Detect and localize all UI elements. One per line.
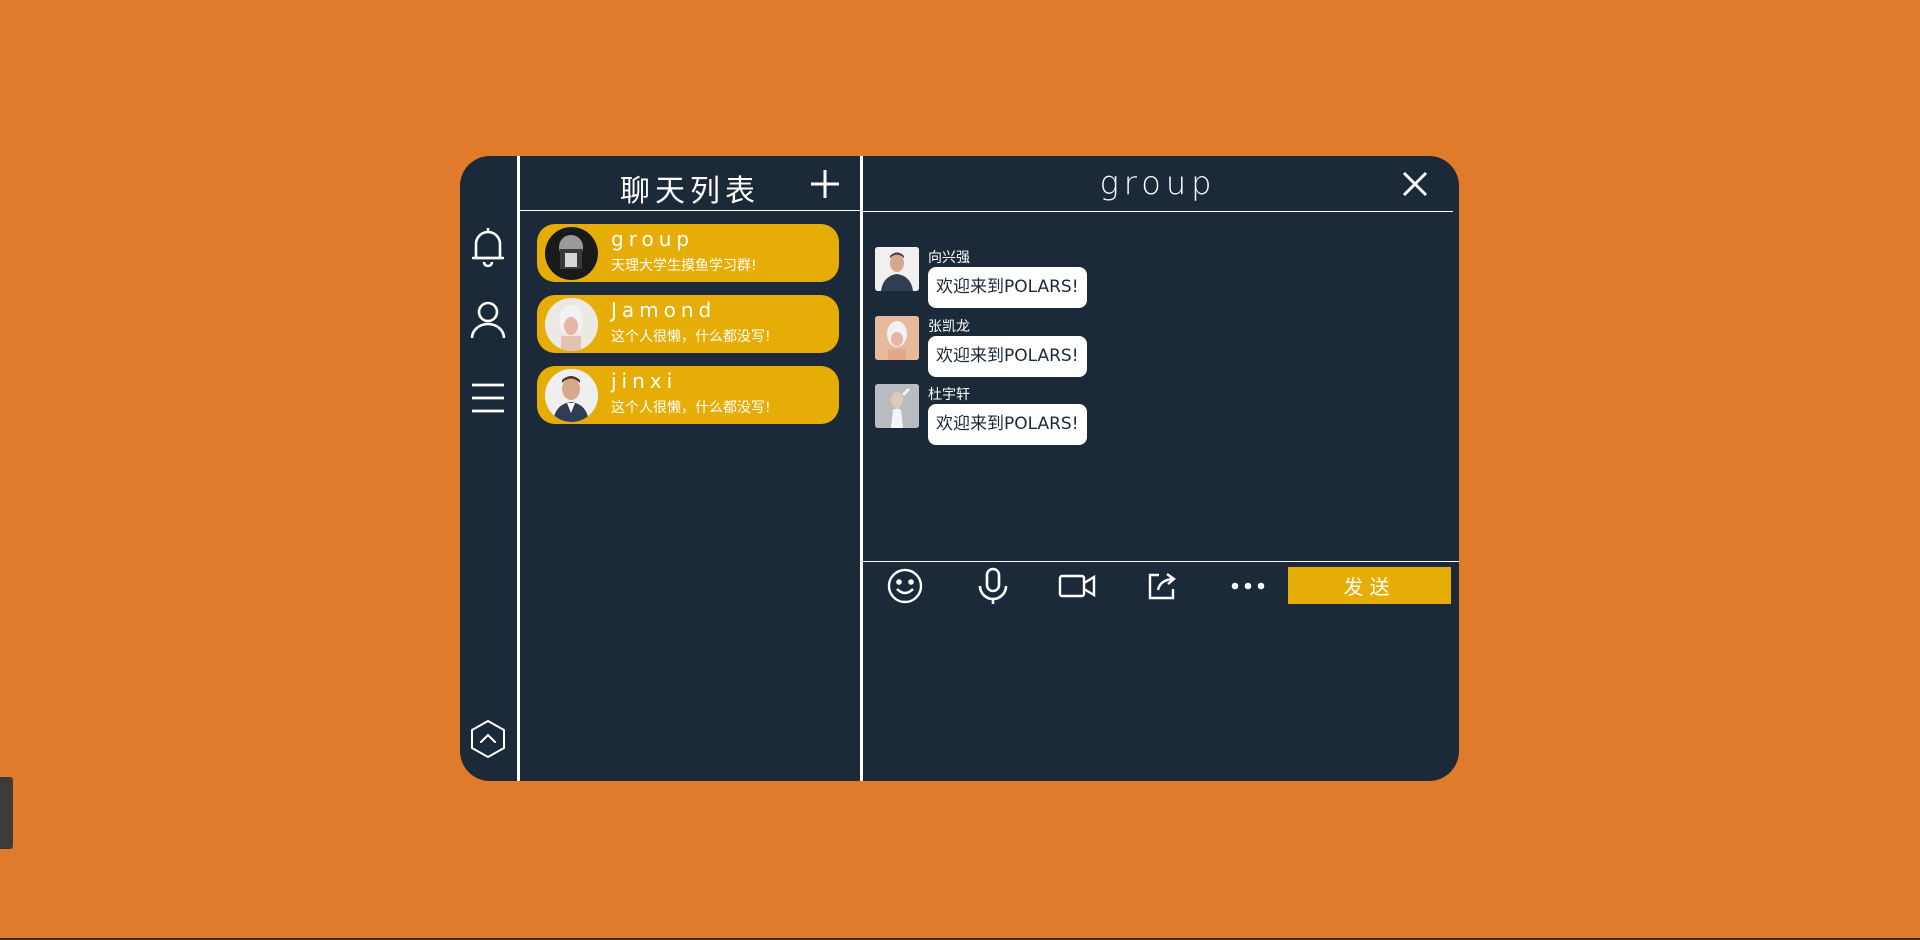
close-icon[interactable] [1401,170,1429,198]
notifications-button[interactable] [468,224,508,268]
chat-title: group [1099,164,1217,202]
avatar [875,247,919,291]
chat-name: group [611,227,695,251]
more-icon [1231,582,1265,590]
message: 张凯龙 欢迎来到POLARS! [875,316,1275,380]
message: 向兴强 欢迎来到POLARS! [875,247,1275,311]
message-sender: 向兴强 [928,250,970,266]
avatar [875,384,919,428]
bell-icon [472,228,504,267]
chat-list-item[interactable]: group 天理大学生摸鱼学习群! [537,224,839,282]
message-input[interactable] [863,607,1453,777]
resize-grip-icon[interactable] [1447,769,1457,779]
chat-name: Jamond [611,298,717,322]
message: 杜宇轩 欢迎来到POLARS! [875,384,1275,448]
avatar [545,298,598,351]
chat-signature: 这个人很懒，什么都没写! [611,329,771,345]
smile-icon [887,568,923,604]
chat-app-window: 聊天列表 group 天理大学生摸鱼学习群! Jamond 这个人很懒，什么都没… [460,156,1459,781]
video-icon [1058,574,1096,598]
share-button[interactable] [1140,566,1184,606]
voice-button[interactable] [971,566,1015,606]
message-sender: 张凯龙 [928,319,970,335]
avatar [875,316,919,360]
message-toolbar: 发送 [863,561,1459,607]
side-widget[interactable] [0,777,13,849]
send-button[interactable]: 发送 [1288,567,1451,604]
chat-list-header: 聊天列表 [520,156,860,211]
chat-panel: group 向兴强 欢迎来到POLARS! 张凯龙 欢迎来到POLARS! 杜宇… [863,156,1459,781]
chat-list-panel: 聊天列表 group 天理大学生摸鱼学习群! Jamond 这个人很懒，什么都没… [520,156,860,781]
sidebar-rail [460,156,517,781]
message-bubble: 欢迎来到POLARS! [928,336,1087,377]
chat-signature: 天理大学生摸鱼学习群! [611,258,757,274]
add-chat-button[interactable] [808,167,842,201]
menu-icon [472,383,504,413]
microphone-icon [978,567,1008,604]
scroll-top-button[interactable] [468,717,508,761]
message-bubble: 欢迎来到POLARS! [928,404,1087,445]
avatar [545,369,598,422]
more-options-button[interactable] [1226,566,1270,606]
video-call-button[interactable] [1055,566,1099,606]
message-bubble: 欢迎来到POLARS! [928,267,1087,308]
avatar [545,227,598,280]
user-icon [470,301,506,339]
chevron-up-hexagon-icon [471,720,505,758]
message-list: 向兴强 欢迎来到POLARS! 张凯龙 欢迎来到POLARS! 杜宇轩 欢迎来到… [863,212,1459,518]
profile-button[interactable] [468,298,508,342]
emoji-button[interactable] [883,566,927,606]
chat-list-item[interactable]: jinxi 这个人很懒，什么都没写! [537,366,839,424]
menu-button[interactable] [468,376,508,420]
chat-signature: 这个人很懒，什么都没写! [611,400,771,416]
chat-list-item[interactable]: Jamond 这个人很懒，什么都没写! [537,295,839,353]
chat-name: jinxi [611,369,678,393]
chat-header: group [863,156,1453,212]
message-sender: 杜宇轩 [928,387,970,403]
share-icon [1148,573,1176,600]
